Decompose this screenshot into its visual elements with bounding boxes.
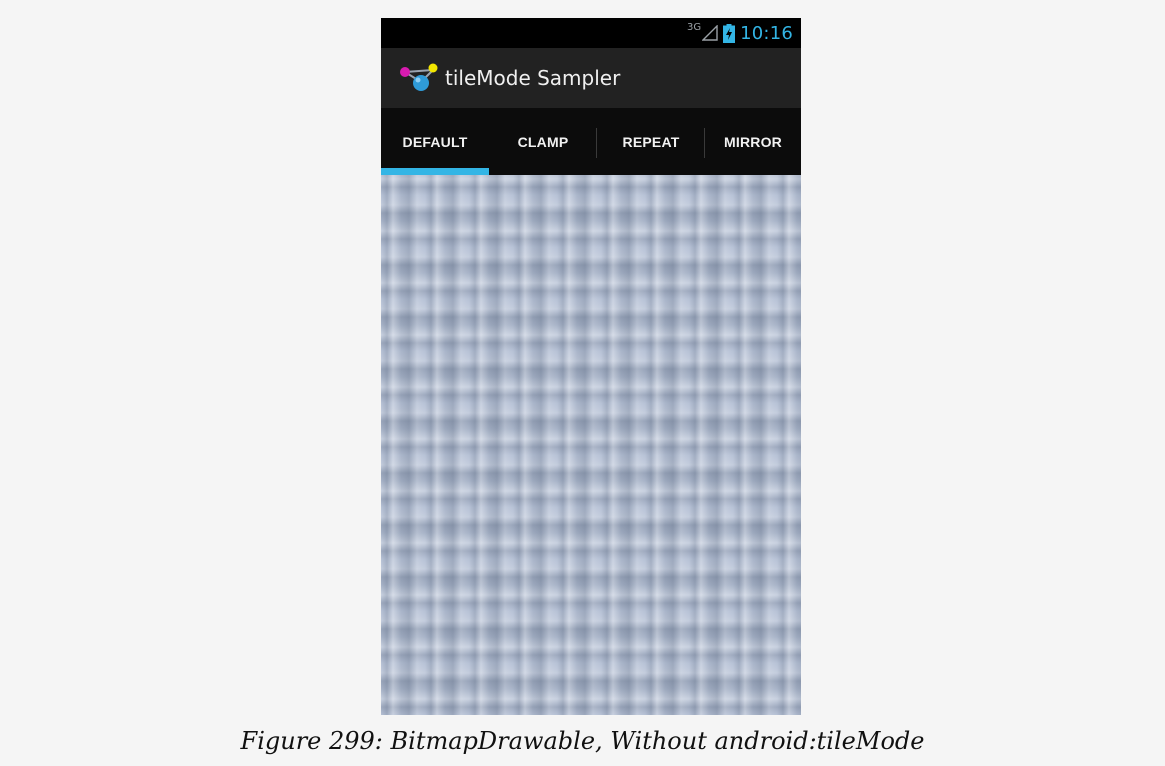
- tab-default[interactable]: DEFAULT: [381, 108, 489, 175]
- tab-bar: DEFAULT CLAMP REPEAT MIRROR: [381, 108, 801, 175]
- tab-selected-indicator: [381, 168, 489, 175]
- tab-label: DEFAULT: [402, 133, 468, 150]
- tab-label: MIRROR: [724, 133, 782, 150]
- tab-clamp[interactable]: CLAMP: [489, 108, 597, 175]
- clock-time: 10:16: [740, 22, 793, 44]
- app-icon[interactable]: [397, 60, 441, 96]
- network-type-label: 3G: [687, 21, 702, 33]
- figure-caption: Figure 299: BitmapDrawable, Without andr…: [240, 727, 925, 755]
- tiled-bitmap-content: [381, 175, 801, 715]
- tab-repeat[interactable]: REPEAT: [597, 108, 705, 175]
- status-bar: 3G 10:16: [381, 18, 801, 48]
- signal-icon: [702, 25, 718, 41]
- battery-charging-icon: [723, 23, 736, 43]
- tab-mirror[interactable]: MIRROR: [705, 108, 801, 175]
- app-title: tileMode Sampler: [445, 66, 621, 90]
- action-bar: tileMode Sampler: [381, 48, 801, 108]
- phone-screen: 3G 10:16 tileMode Sampler DEFAULT CLAMP …: [381, 18, 801, 715]
- status-icons: 3G 10:16: [687, 18, 793, 48]
- page: 3G 10:16 tileMode Sampler DEFAULT CLAMP …: [0, 0, 1165, 766]
- tab-label: CLAMP: [517, 133, 569, 150]
- tab-label: REPEAT: [622, 133, 680, 150]
